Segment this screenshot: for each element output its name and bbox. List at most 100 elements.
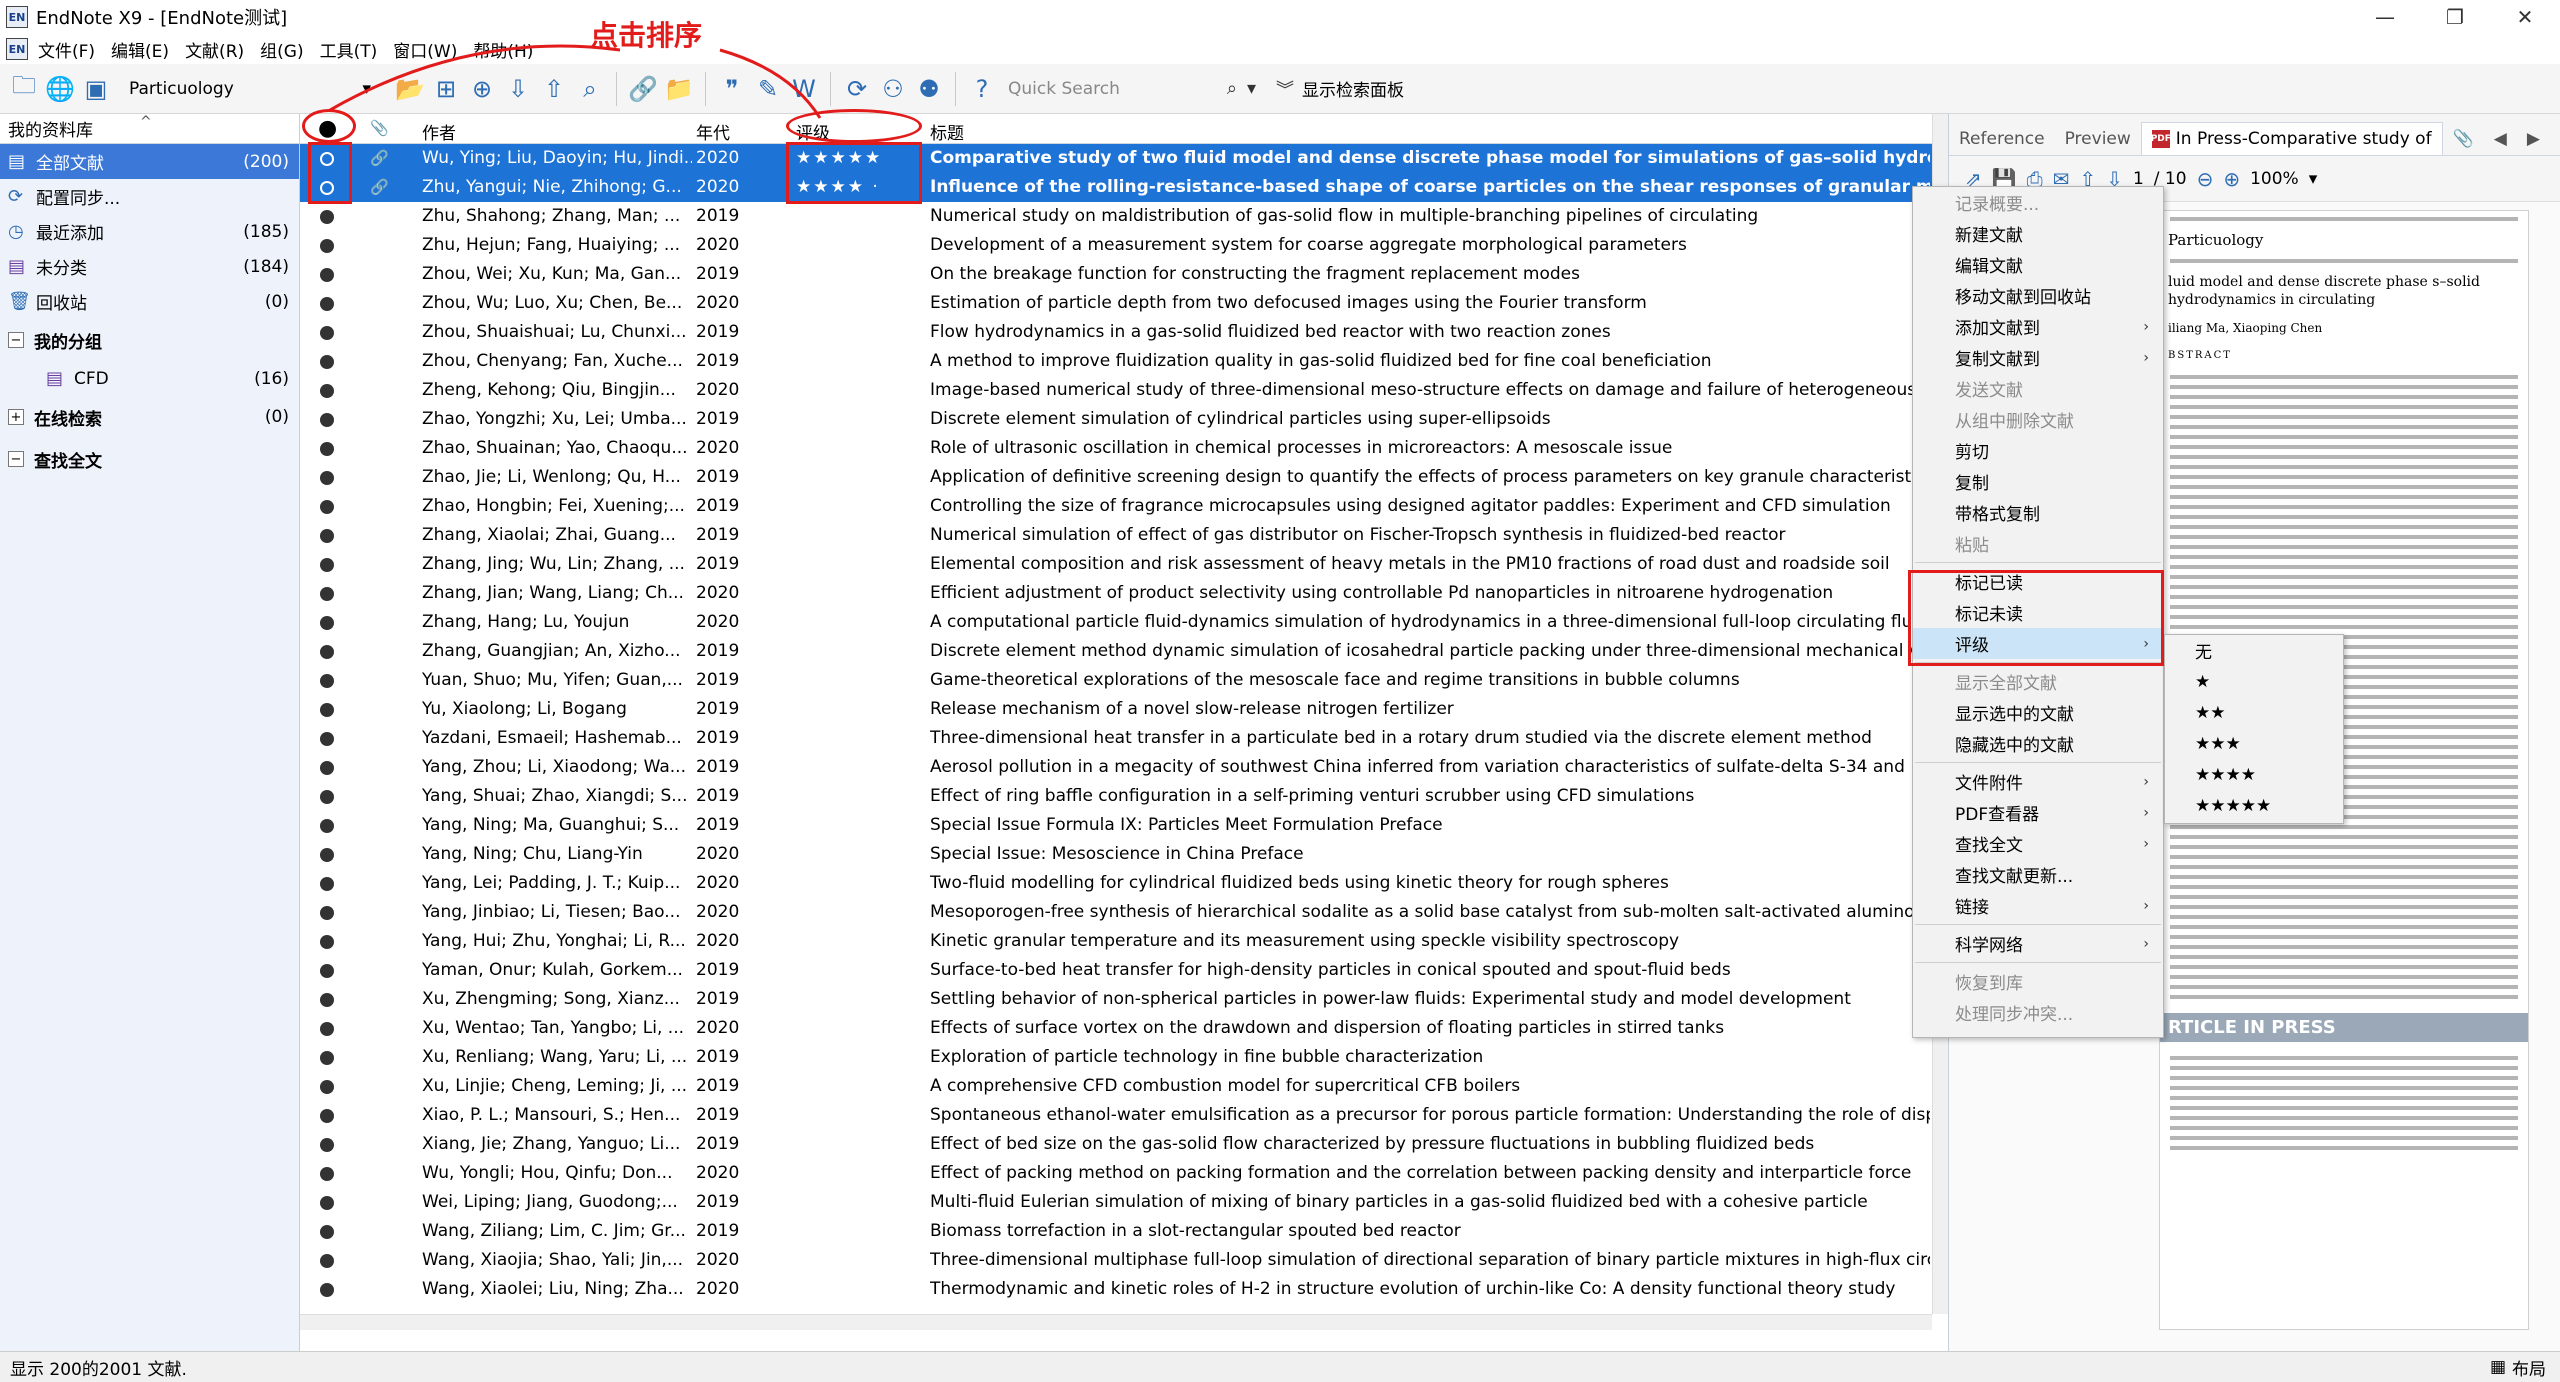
search-options-chevron-icon[interactable]: ▾ [1247, 78, 1256, 99]
table-row[interactable]: Yang, Lei; Padding, J. T.; Kuip... 2020 Tw… [300, 869, 1932, 898]
library-item-recent[interactable]: ◷ 最近添加 (185) [0, 214, 299, 249]
zoom-out-icon[interactable]: ⊖ [2197, 167, 2214, 191]
read-status-icon[interactable] [320, 442, 334, 456]
read-status-icon[interactable] [320, 529, 334, 543]
table-row[interactable]: Xu, Renliang; Wang, Yaru; Li, ... 2019 Exp… [300, 1043, 1932, 1072]
rating-option[interactable]: ★ [2165, 666, 2343, 697]
menu-file[interactable]: 文件(F) [38, 37, 95, 62]
expand-icon[interactable]: + [8, 409, 24, 425]
read-status-icon[interactable] [320, 471, 334, 485]
collapse-icon[interactable]: − [8, 332, 24, 348]
rating-option[interactable]: ★★★★★ [2165, 790, 2343, 821]
context-menu-item[interactable]: 查找文献更新... [1913, 859, 2163, 890]
read-status-icon[interactable] [320, 964, 334, 978]
menu-edit[interactable]: 编辑(E) [111, 37, 169, 62]
attach-pdf-icon[interactable]: 📎 [2443, 123, 2484, 155]
table-row[interactable]: Zhou, Wu; Luo, Xu; Chen, Be... 2020 Estima… [300, 289, 1932, 318]
table-row[interactable]: Yang, Ning; Chu, Liang-Yin 2020 Special Is… [300, 840, 1932, 869]
context-menu-item[interactable]: 剪切 [1913, 435, 2163, 466]
read-status-icon[interactable] [320, 935, 334, 949]
context-menu-item[interactable]: 复制文献到 › [1913, 342, 2163, 373]
my-groups-header[interactable]: − 我的分组 [0, 319, 299, 361]
table-row[interactable]: Zhou, Chenyang; Fan, Xuche... 2019 A metho… [300, 347, 1932, 376]
attach-link-icon[interactable]: 🔗 [625, 71, 661, 107]
insert-citation-icon[interactable]: ❞ [714, 71, 750, 107]
table-row[interactable]: Wang, Xiaolei; Liu, Ning; Zha... 2020 Ther… [300, 1275, 1932, 1304]
table-row[interactable]: Zhao, Jie; Li, Wenlong; Qu, H... 2019 Appl… [300, 463, 1932, 492]
context-menu-item[interactable]: 查找全文 › [1913, 828, 2163, 859]
collapse-icon[interactable]: − [8, 451, 24, 467]
read-status-icon[interactable] [320, 384, 334, 398]
read-status-icon[interactable] [320, 877, 334, 891]
table-row[interactable]: Yang, Ning; Ma, Guanghui; S... 2019 Specia… [300, 811, 1932, 840]
word-icon[interactable]: W [786, 71, 822, 107]
tab-reference[interactable]: Reference [1949, 123, 2055, 155]
context-menu-item[interactable]: 新建文献 [1913, 218, 2163, 249]
rating-option[interactable]: ★★★★ [2165, 759, 2343, 790]
read-status-icon[interactable] [320, 819, 334, 833]
layout-button[interactable]: ▦ 布局 [2490, 1355, 2546, 1380]
zoom-chevron-icon[interactable]: ▾ [2309, 169, 2318, 189]
rating-option[interactable]: 无 [2165, 635, 2343, 666]
context-menu-item[interactable]: 标记已读 [1913, 566, 2163, 597]
read-status-icon[interactable] [320, 1196, 334, 1210]
read-status-icon[interactable] [320, 1022, 334, 1036]
horizontal-scrollbar[interactable] [300, 1314, 1932, 1330]
library-item-unfiled[interactable]: ▤ 未分类 (184) [0, 249, 299, 284]
read-status-icon[interactable] [320, 616, 334, 630]
rating-option[interactable]: ★★ [2165, 697, 2343, 728]
read-status-icon[interactable] [320, 181, 334, 195]
read-status-icon[interactable] [320, 906, 334, 920]
tab-pdf[interactable]: PDF In Press-Comparative study of [2140, 122, 2443, 155]
menu-window[interactable]: 窗口(W) [393, 37, 457, 62]
table-row[interactable]: Yaman, Onur; Kulah, Gorkem... 2019 Surface… [300, 956, 1932, 985]
context-menu-item[interactable]: 链接 › [1913, 890, 2163, 921]
context-menu-item[interactable]: 带格式复制 [1913, 497, 2163, 528]
zoom-level[interactable]: 100% [2250, 169, 2299, 189]
table-row[interactable]: Yang, Shuai; Zhao, Xiangdi; S... 2019 Effe… [300, 782, 1932, 811]
read-status-icon[interactable] [320, 645, 334, 659]
online-search-icon[interactable]: ⊕ [464, 71, 500, 107]
context-menu-item[interactable]: 文件附件 › [1913, 766, 2163, 797]
table-row[interactable]: Yuan, Shuo; Mu, Yifen; Guan,... 2019 Game-… [300, 666, 1932, 695]
cell-rating[interactable]: ★★★★★ [796, 148, 916, 168]
table-row[interactable]: Zhang, Jing; Wu, Lin; Zhang, ... 2019 Elem… [300, 550, 1932, 579]
column-rating[interactable]: 评级 [796, 119, 830, 144]
endnote-menu-icon[interactable]: EN [6, 38, 28, 60]
table-row[interactable]: Yazdani, Esmaeil; Hashemab... 2019 Three-d… [300, 724, 1932, 753]
menu-references[interactable]: 文献(R) [185, 37, 244, 62]
rating-option[interactable]: ★★★ [2165, 728, 2343, 759]
table-row[interactable]: Yang, Zhou; Li, Xiaodong; Wa... 2019 Aeros… [300, 753, 1932, 782]
table-row[interactable]: 🔗 Wu, Ying; Liu, Daoyin; Hu, Jindi... 2020… [300, 144, 1932, 173]
read-status-icon[interactable] [320, 1283, 334, 1297]
read-status-icon[interactable] [320, 152, 334, 166]
read-status-icon[interactable] [320, 268, 334, 282]
table-row[interactable]: Zhou, Wei; Xu, Kun; Ma, Gan... 2019 On the… [300, 260, 1932, 289]
read-status-icon[interactable] [320, 239, 334, 253]
context-menu-item[interactable]: 隐藏选中的文献 [1913, 728, 2163, 759]
read-status-icon[interactable] [320, 1225, 334, 1239]
read-status-icon[interactable] [320, 1167, 334, 1181]
table-row[interactable]: Xiao, P. L.; Mansouri, S.; Hen... 2019 Spo… [300, 1101, 1932, 1130]
context-menu-item[interactable]: 移动文献到回收站 [1913, 280, 2163, 311]
tab-prev-icon[interactable]: ◀ [2484, 123, 2517, 155]
new-reference-icon[interactable]: ⊞ [428, 71, 464, 107]
cell-rating[interactable]: ★★★★ · [796, 177, 916, 197]
column-title[interactable]: 标题 [930, 119, 964, 144]
context-menu-item[interactable]: 显示选中的文献 [1913, 697, 2163, 728]
table-row[interactable]: Xiang, Jie; Zhang, Yanguo; Li... 2019 Effe… [300, 1130, 1932, 1159]
read-status-icon[interactable] [320, 355, 334, 369]
read-status-icon[interactable] [320, 790, 334, 804]
table-row[interactable]: Yu, Xiaolong; Li, Bogang 2019 Release mech… [300, 695, 1932, 724]
read-status-icon[interactable] [320, 674, 334, 688]
table-row[interactable]: Zhao, Yongzhi; Xu, Lei; Umba... 2019 Discr… [300, 405, 1932, 434]
menu-groups[interactable]: 组(G) [260, 37, 303, 62]
help-icon[interactable]: ? [964, 71, 1000, 107]
table-row[interactable]: Yang, Jinbiao; Li, Tiesen; Bao... 2020 Mes… [300, 898, 1932, 927]
table-row[interactable]: Zhou, Shuaishuai; Lu, Chunxi... 2019 Flow … [300, 318, 1932, 347]
find-full-text-header[interactable]: − 查找全文 [0, 438, 299, 480]
read-status-icon[interactable] [320, 558, 334, 572]
open-file-icon[interactable]: 📁 [661, 71, 697, 107]
table-row[interactable]: Xu, Zhengming; Song, Xianz... 2019 Settlin… [300, 985, 1932, 1014]
restore-button[interactable]: ❐ [2420, 0, 2490, 34]
